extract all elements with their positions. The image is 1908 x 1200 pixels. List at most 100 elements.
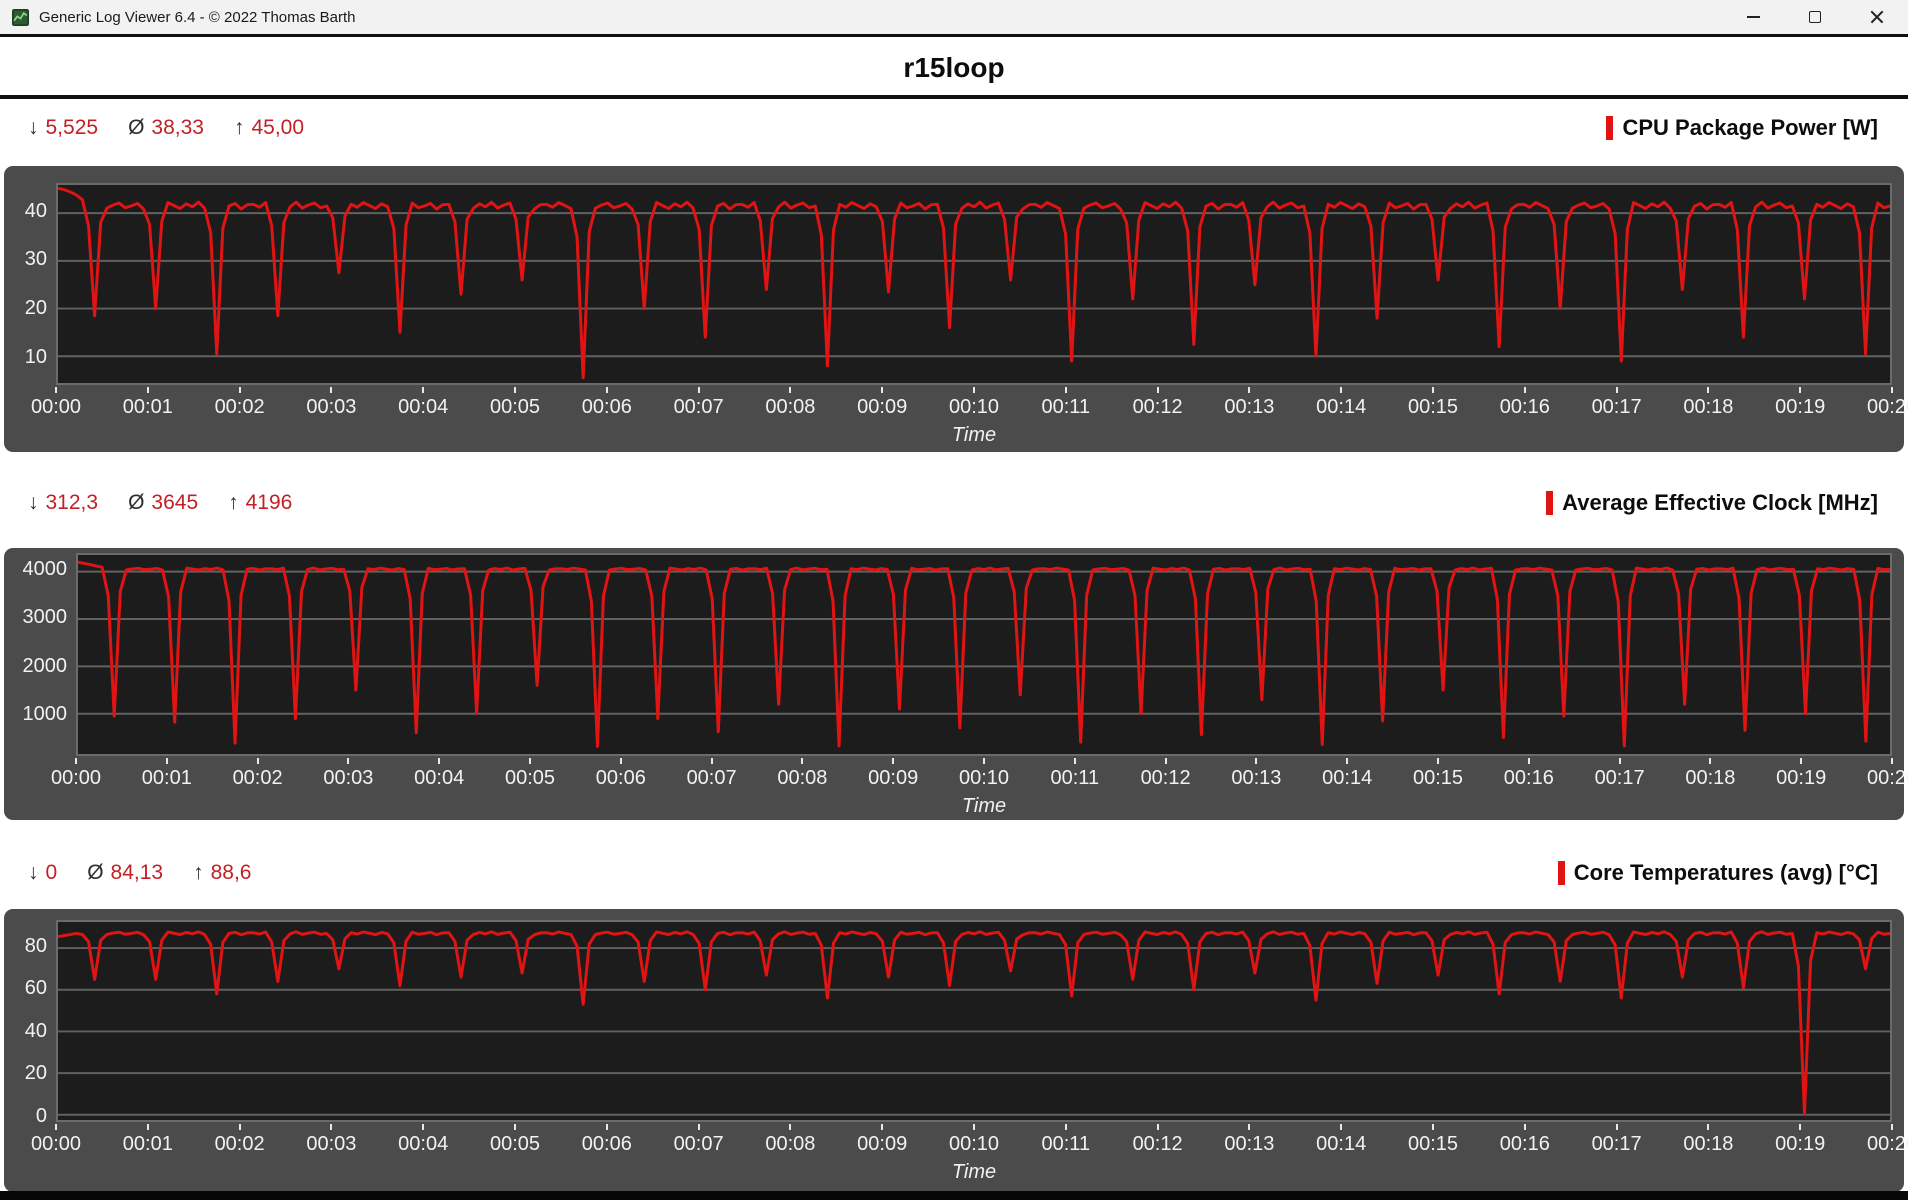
y-tick-label: 4000 (22, 557, 68, 580)
x-tick-label: 00:04 (398, 1133, 449, 1155)
x-tick-mark (697, 387, 700, 393)
minimize-icon (1746, 16, 1760, 18)
x-tick-label: 00:10 (958, 767, 1010, 789)
document-header: r15loop (0, 40, 1908, 99)
x-tick-mark (881, 1124, 884, 1130)
x-tick-mark (256, 758, 259, 764)
y-tick-label: 60 (24, 977, 47, 1000)
x-tick-label: 00:08 (765, 1133, 816, 1155)
x-tick-label: 00:16 (1503, 767, 1554, 789)
x-tick-label: 00:18 (1683, 1133, 1734, 1155)
x-tick-label: 00:19 (1775, 396, 1826, 418)
x-tick-mark (801, 758, 804, 764)
min-arrow-icon: ↓ (28, 491, 39, 514)
x-tick-mark (529, 758, 531, 764)
close-icon (1870, 10, 1884, 24)
x-tick-mark (347, 758, 350, 764)
legend-label: CPU Package Power [W] (1622, 115, 1878, 140)
x-tick-mark (330, 387, 333, 393)
x-tick-mark (1248, 1124, 1251, 1130)
x-tick-label: 00:02 (232, 767, 283, 789)
x-tick-label: 00:09 (868, 767, 919, 789)
x-axis-title: Time (961, 795, 1007, 817)
x-tick-label: 00:17 (1594, 767, 1645, 789)
x-tick-mark (1064, 387, 1067, 393)
maximize-button[interactable] (1784, 0, 1846, 34)
x-tick-label: 00:05 (504, 767, 556, 789)
x-tick-label: 00:05 (489, 396, 541, 418)
stat-min: ↓ 5,525 (28, 116, 99, 139)
x-tick-label: 00:11 (1050, 767, 1100, 789)
x-tick-label: 00:02 (214, 1133, 265, 1155)
x-tick-label: 00:03 (323, 767, 374, 789)
minimize-button[interactable] (1722, 0, 1784, 34)
y-tick-label: 1000 (22, 702, 68, 725)
x-tick-mark (1346, 758, 1349, 764)
x-tick-mark (1891, 758, 1893, 764)
x-tick-label: 00:17 (1591, 396, 1642, 418)
x-tick-label: 00:00 (30, 1133, 82, 1155)
x-tick-label: 00:05 (489, 1133, 541, 1155)
x-axis-title: Time (951, 1161, 997, 1183)
x-tick-mark (1164, 758, 1167, 764)
x-tick-mark (55, 1124, 57, 1130)
x-tick-mark (1709, 758, 1712, 764)
x-tick-label: 00:09 (857, 396, 908, 418)
x-tick-label: 00:04 (398, 396, 449, 418)
stats-effective-clock: ↓ 312,3 Ø 3645 ↑ 4196 (28, 485, 292, 521)
series-line (78, 560, 1890, 748)
x-tick-label: 00:20 (1866, 1133, 1908, 1155)
x-tick-mark (75, 758, 77, 764)
plot-area[interactable] (56, 920, 1892, 1122)
x-tick-label: 00:01 (122, 396, 173, 418)
x-tick-label: 00:10 (948, 1133, 1000, 1155)
chart-panel-cpu-power: 40 30 20 10 00:00 00:01 00:02 00:03 00:04 00:05 00… (4, 166, 1908, 452)
plot-area[interactable] (76, 553, 1892, 756)
legend-color-bar (1546, 491, 1554, 515)
x-tick-mark (1156, 1124, 1159, 1130)
x-tick-mark (146, 1124, 149, 1130)
y-tick-label: 30 (24, 248, 47, 271)
y-tick-label: 80 (24, 934, 47, 957)
x-tick-mark (1248, 387, 1251, 393)
x-tick-label: 00:01 (141, 767, 192, 789)
x-tick-mark (1707, 1124, 1710, 1130)
chart-panel-core-temps: 80 60 40 20 0 00:00 00:01 00:02 00:03 00:04 00:05 0… (4, 909, 1908, 1192)
legend-color-bar (1606, 116, 1614, 140)
legend-label: Average Effective Clock [MHz] (1562, 490, 1878, 515)
page-title: r15loop (903, 51, 1005, 83)
x-tick-label: 00:10 (948, 396, 1000, 418)
x-tick-mark (697, 1124, 700, 1130)
stat-max: ↑ 4196 (228, 491, 293, 514)
stat-avg: Ø 3645 (128, 491, 199, 514)
x-tick-label: 00:01 (122, 1133, 173, 1155)
stat-min: ↓ 0 (28, 861, 58, 884)
x-tick-mark (238, 387, 241, 393)
close-button[interactable] (1846, 0, 1908, 34)
x-tick-label: 00:07 (673, 396, 724, 418)
plot-area[interactable] (56, 183, 1892, 385)
x-tick-mark (1073, 758, 1076, 764)
x-tick-label: 00:00 (50, 767, 102, 789)
meta-row-core-temps: ↓ 0 Ø 84,13 ↑ 88,6 Core Temperatures (avg) … (0, 855, 1908, 891)
x-tick-mark (1891, 1124, 1893, 1130)
y-tick-label: 20 (24, 1062, 47, 1085)
stat-avg: Ø 84,13 (87, 861, 164, 884)
x-tick-label: 00:15 (1407, 396, 1459, 418)
x-tick-label: 00:08 (765, 396, 816, 418)
x-tick-label: 00:02 (214, 396, 265, 418)
y-tick-label: 0 (35, 1104, 47, 1127)
x-tick-mark (710, 758, 713, 764)
x-tick-mark (1255, 758, 1258, 764)
y-tick-label: 40 (24, 1019, 47, 1042)
max-arrow-icon: ↑ (193, 861, 204, 884)
app-window: Generic Log Viewer 6.4 - © 2022 Thomas B… (0, 0, 1908, 1200)
window-controls (1722, 0, 1908, 34)
title-bar[interactable]: Generic Log Viewer 6.4 - © 2022 Thomas B… (0, 0, 1908, 37)
x-tick-label: 00:06 (581, 396, 632, 418)
y-tick-label: 40 (24, 199, 47, 222)
x-tick-label: 00:03 (306, 396, 357, 418)
maximize-icon (1809, 11, 1821, 23)
chart-panel-effective-clock: 4000 3000 2000 1000 00:00 00:01 00:02 00:03 00:0… (4, 548, 1908, 820)
x-tick-mark (1340, 1124, 1343, 1130)
